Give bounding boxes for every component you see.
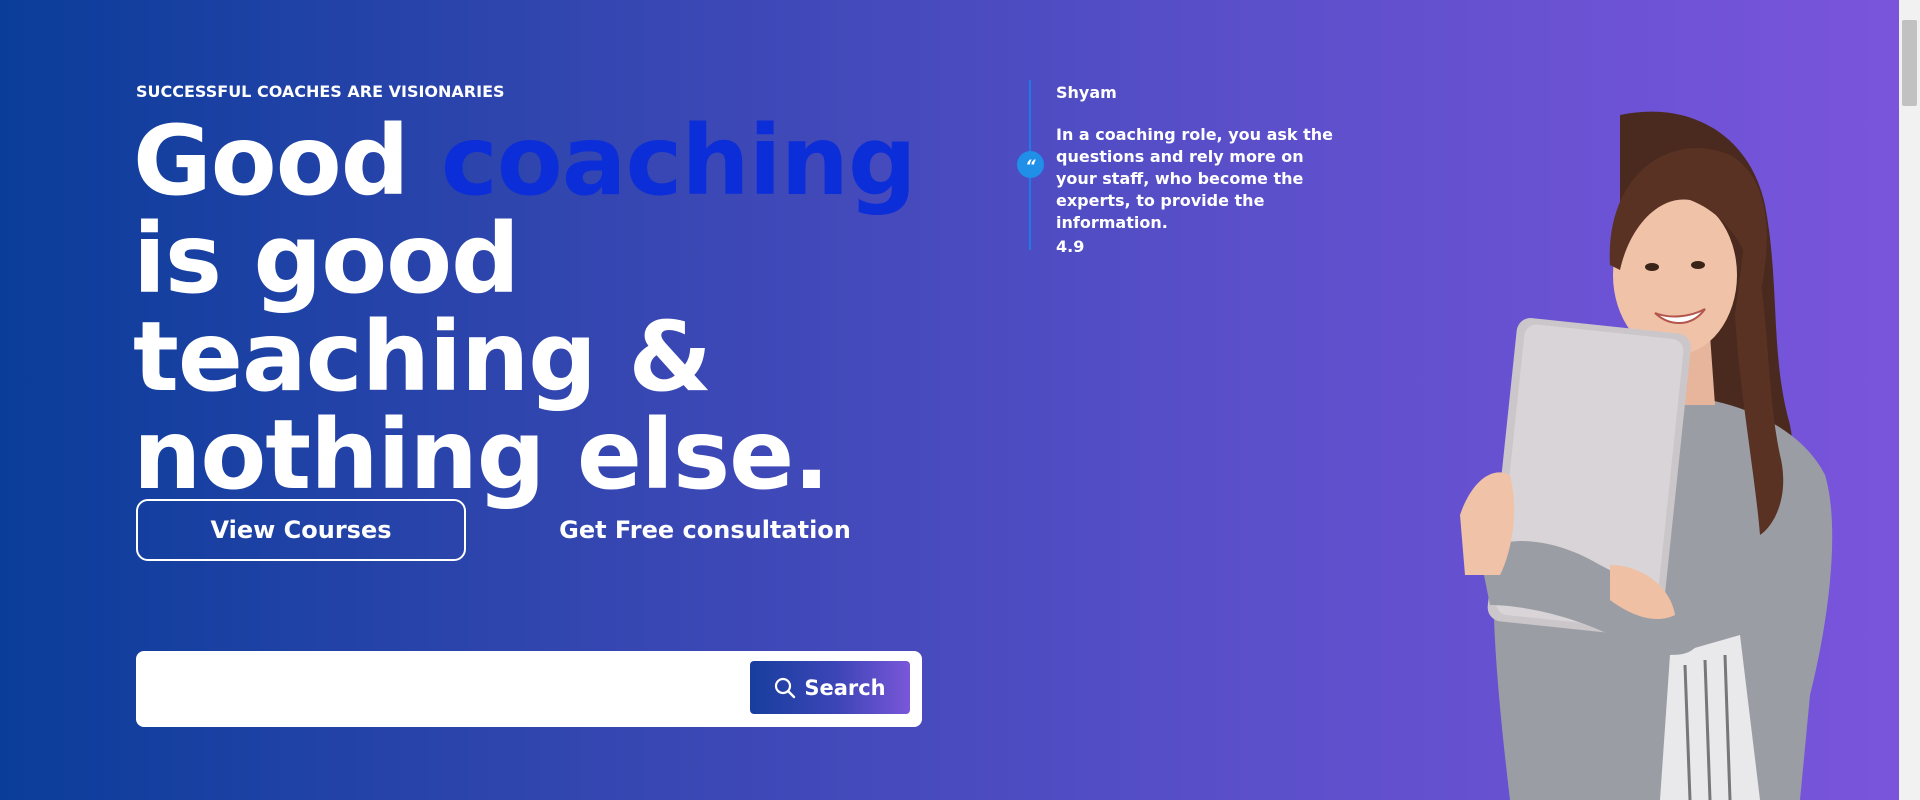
quote-icon: “ xyxy=(1017,151,1044,178)
headline-part-1: Good xyxy=(133,105,441,217)
headline-accent: coaching xyxy=(440,105,917,217)
headline-part-2: is good teaching & nothing else. xyxy=(133,203,830,511)
search-button-label: Search xyxy=(804,675,886,700)
hero-headline: Good coaching is good teaching & nothing… xyxy=(133,112,993,504)
hero-eyebrow: SUCCESSFUL COACHES ARE VISIONARIES xyxy=(136,82,505,101)
search-icon xyxy=(775,677,796,698)
testimonial-author: Shyam xyxy=(1056,83,1117,102)
search-button[interactable]: Search xyxy=(750,661,910,714)
search-input[interactable] xyxy=(152,665,746,715)
coach-photo xyxy=(1460,111,1833,800)
view-courses-button[interactable]: View Courses xyxy=(136,499,466,561)
testimonial-rating: 4.9 xyxy=(1056,237,1085,256)
free-consultation-button[interactable]: Get Free consultation xyxy=(520,499,890,561)
scrollbar-thumb[interactable] xyxy=(1902,20,1917,106)
testimonial-text: In a coaching role, you ask the question… xyxy=(1056,125,1333,232)
hero-section: SUCCESSFUL COACHES ARE VISIONARIES Good … xyxy=(0,0,1920,800)
search-bar: Search xyxy=(136,651,922,727)
page-scrollbar[interactable] xyxy=(1899,0,1920,800)
